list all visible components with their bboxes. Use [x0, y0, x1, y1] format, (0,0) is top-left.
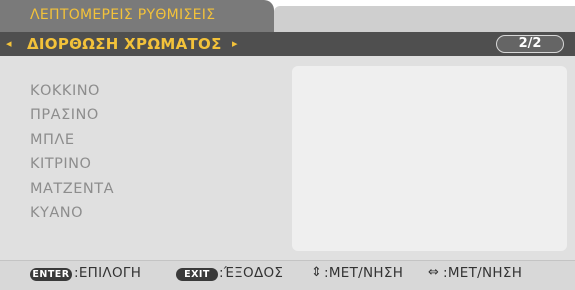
submenu-title: ΔΙΟΡΘΩΣΗ ΧΡΩΜΑΤΟΣ: [27, 35, 222, 53]
enter-help-text: :ΕΠΙΛΟΓΗ: [74, 265, 142, 281]
menu-tab-detailed-settings[interactable]: ΛΕΠΤΟΜΕΡΕΙΣ ΡΥΘΜΙΣΕΙΣ: [0, 0, 274, 32]
color-list: ΚΟΚΚΙΝΟ ΠΡΑΣΙΝΟ ΜΠΛΕ ΚΙΤΡΙΝΟ ΜΑΤΖΕΝΤΑ ΚΥ…: [30, 79, 114, 225]
list-item-red[interactable]: ΚΟΚΚΙΝΟ: [30, 79, 114, 103]
submenu-header: ◂ ΔΙΟΡΘΩΣΗ ΧΡΩΜΑΤΟΣ ▸ 2/2: [0, 32, 575, 56]
updown-arrows-icon: ⇕: [311, 265, 322, 280]
list-item-magenta[interactable]: ΜΑΤΖΕΝΤΑ: [30, 177, 114, 201]
list-item-cyan[interactable]: ΚΥΑΝΟ: [30, 201, 114, 225]
arrow-left-icon[interactable]: ◂: [6, 37, 12, 50]
leftright-arrows-icon: ⇔: [428, 265, 439, 280]
tab-label: ΛΕΠΤΟΜΕΡΕΙΣ ΡΥΘΜΙΣΕΙΣ: [30, 7, 216, 23]
page-indicator: 2/2: [496, 35, 564, 53]
list-item-yellow[interactable]: ΚΙΤΡΙΝΟ: [30, 152, 114, 176]
updown-help-text: :ΜΕΤ/ΝΗΣΗ: [324, 265, 404, 281]
list-item-green[interactable]: ΠΡΑΣΙΝΟ: [30, 103, 114, 127]
tab-bar-background: [274, 6, 575, 32]
footer-help-bar: ENTER :ΕΠΙΛΟΓΗ EXIT :ΈΞΟΔΟΣ ⇕ :ΜΕΤ/ΝΗΣΗ …: [0, 260, 575, 290]
leftright-help-text: :ΜΕΤ/ΝΗΣΗ: [443, 265, 523, 281]
exit-help-text: :ΈΞΟΔΟΣ: [219, 265, 284, 281]
settings-panel: ΚΟΚΚΙΝΟ ΠΡΑΣΙΝΟ ΜΠΛΕ ΚΙΤΡΙΝΟ ΜΑΤΖΕΝΤΑ ΚΥ…: [0, 56, 575, 260]
arrow-right-icon[interactable]: ▸: [232, 37, 238, 50]
list-item-blue[interactable]: ΜΠΛΕ: [30, 128, 114, 152]
exit-key-badge: EXIT: [176, 268, 218, 281]
preview-pane: [292, 66, 567, 251]
enter-key-badge: ENTER: [30, 268, 72, 281]
